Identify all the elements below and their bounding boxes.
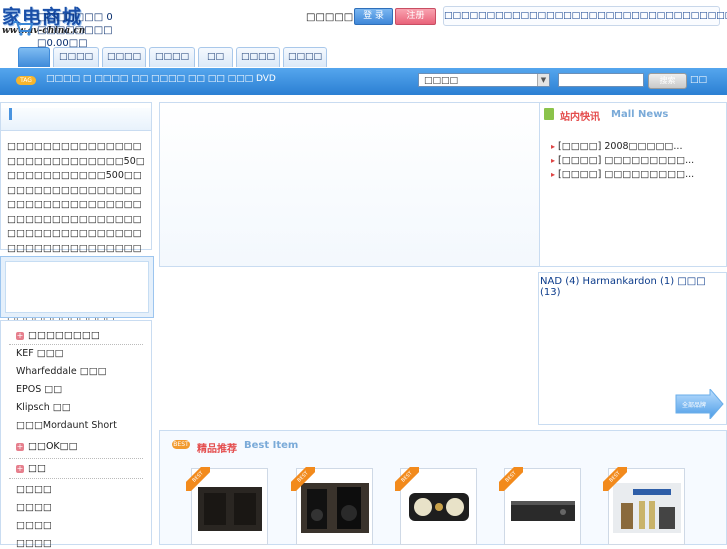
- top-link[interactable]: □□□□: [555, 11, 589, 21]
- best-ribbon: BEST: [603, 467, 627, 491]
- chevron-down-icon[interactable]: ▼: [537, 74, 549, 86]
- best-ribbon: BEST: [291, 467, 315, 491]
- brand-group-title[interactable]: + □□□□□□□□: [16, 330, 100, 341]
- news-item[interactable]: [□□□□] □□□□□□□□□...: [551, 169, 694, 180]
- shopping-cart-icon: [13, 21, 34, 36]
- best-title: 精品推荐: [197, 444, 237, 455]
- brand-item[interactable]: Wharfeddale □□□: [16, 366, 107, 377]
- best-badge: BEST: [172, 440, 190, 449]
- top-link[interactable]: □□□□: [657, 11, 691, 21]
- cart-total: □0.00□□: [37, 38, 88, 49]
- top-link[interactable]: □□□□: [521, 11, 555, 21]
- login-button[interactable]: 登 录: [354, 8, 393, 25]
- tab-home[interactable]: [18, 47, 50, 67]
- intro-panel: □□□□□□□□□□□□□□□□□□□□□□□□□□□□50□□□□□□□□□□…: [0, 102, 152, 326]
- brand-item[interactable]: □□□Mordaunt Short: [16, 420, 117, 431]
- expand-icon: +: [16, 442, 24, 451]
- product-card[interactable]: BEST: [395, 467, 477, 545]
- top-link[interactable]: □□□□□: [444, 11, 487, 21]
- top-link[interactable]: □□□□□□: [691, 11, 727, 21]
- best-ribbon: BEST: [395, 467, 419, 491]
- tab-item[interactable]: □□: [198, 47, 233, 67]
- search-input[interactable]: [558, 73, 644, 87]
- tag-badge: TAG: [16, 76, 36, 85]
- document-icon: [544, 108, 554, 120]
- brand-links[interactable]: NAD (4) Harmankardon (1) □□□ (13): [540, 276, 727, 298]
- brand-item[interactable]: □□□□: [16, 502, 52, 513]
- top-link[interactable]: □□□□: [589, 11, 623, 21]
- divider: [9, 344, 143, 345]
- category-select-value: □□□□: [424, 76, 459, 86]
- brand-group-title[interactable]: + □□: [16, 463, 46, 474]
- news-title: 站内快讯: [560, 112, 600, 123]
- brand-item[interactable]: Klipsch □□: [16, 402, 71, 413]
- best-subtitle: Best Item: [244, 440, 299, 451]
- product-card[interactable]: BEST: [186, 467, 268, 545]
- category-select[interactable]: □□□□ ▼: [418, 73, 550, 87]
- tab-item[interactable]: □□□□: [149, 47, 195, 67]
- brand-item[interactable]: □□□□: [16, 538, 52, 549]
- news-item[interactable]: [□□□□] 2008□□□□□...: [551, 141, 682, 152]
- advanced-search-link[interactable]: □□: [690, 75, 707, 85]
- divider: [9, 458, 143, 459]
- brand-item[interactable]: KEF □□□: [16, 348, 64, 359]
- tab-item[interactable]: □□□□: [283, 47, 327, 67]
- promo-area: [159, 272, 540, 422]
- product-card[interactable]: BEST: [291, 467, 373, 545]
- intro-header: [1, 108, 151, 131]
- product-card[interactable]: BEST: [603, 467, 685, 545]
- cart-inner: [5, 261, 149, 313]
- brand-group-title[interactable]: + □□OK□□: [16, 441, 78, 452]
- cart-panel[interactable]: [0, 256, 154, 318]
- expand-icon: +: [16, 331, 24, 340]
- expand-icon: +: [16, 464, 24, 473]
- brand-item[interactable]: □□□□: [16, 484, 52, 495]
- top-link[interactable]: □□□□: [623, 11, 657, 21]
- cart-count: □□□□□□□ 0 □□□□□□□□: [37, 12, 113, 36]
- tab-item[interactable]: □□□□: [53, 47, 99, 67]
- tab-item[interactable]: □□□□: [236, 47, 280, 67]
- hot-keywords[interactable]: □□□□ □ □□□□ □□ □□□□ □□ □□ □□□ DVD: [46, 74, 276, 84]
- news-item[interactable]: [□□□□] □□□□□□□□□...: [551, 155, 694, 166]
- main-tabs: □□□□ □□□□ □□□□ □□ □□□□ □□□□: [18, 47, 330, 67]
- news-panel: [539, 102, 727, 267]
- search-button[interactable]: 搜索: [648, 73, 687, 89]
- top-links: □□□□□ □□□□ □□□□ □□□□ □□□□ □□□□ □□□□ □□□□…: [443, 6, 727, 26]
- product-card[interactable]: BEST: [499, 467, 581, 545]
- divider: [9, 478, 143, 479]
- cart-summary: □□□□□□□ 0 □□□□□□□□ □0.00□□: [37, 11, 147, 50]
- register-button[interactable]: 注册: [395, 8, 436, 25]
- all-brands-button[interactable]: 全部品牌: [674, 389, 724, 419]
- tab-item[interactable]: □□□□: [102, 47, 146, 67]
- best-ribbon: BEST: [499, 467, 523, 491]
- header-marker-icon: [9, 108, 12, 120]
- best-ribbon: BEST: [186, 467, 210, 491]
- banner-area[interactable]: [159, 102, 540, 267]
- top-link[interactable]: □□□□: [487, 11, 521, 21]
- brand-item[interactable]: EPOS □□: [16, 384, 62, 395]
- all-brands-label: 全部品牌: [682, 401, 706, 409]
- brand-item[interactable]: □□□□: [16, 520, 52, 531]
- news-subtitle: Mall News: [611, 109, 669, 120]
